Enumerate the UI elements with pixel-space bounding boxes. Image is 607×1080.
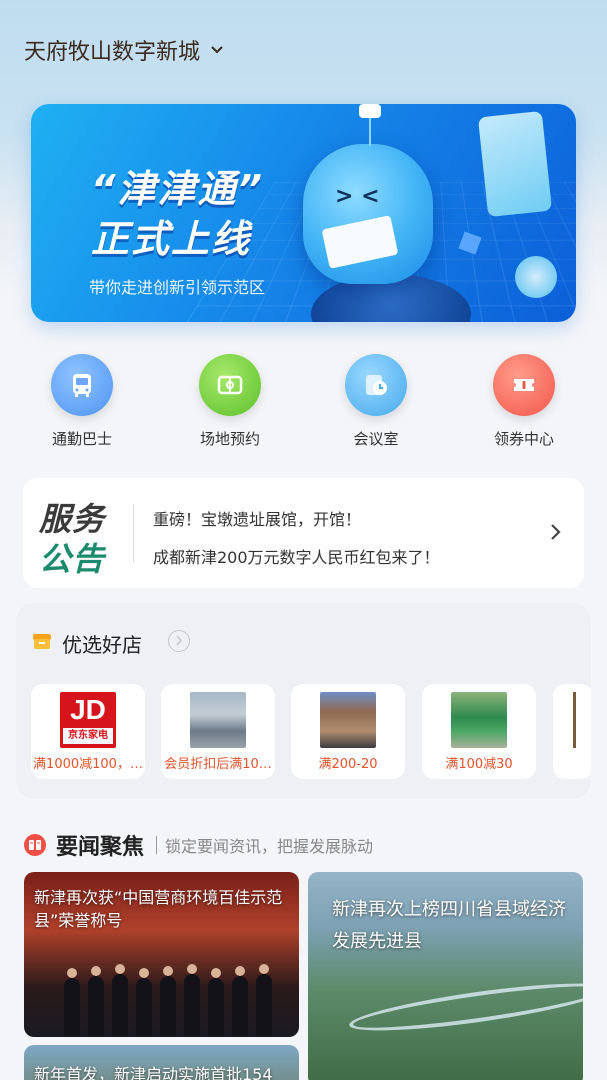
storefront-image <box>190 692 246 748</box>
award-photo-people <box>64 964 284 1036</box>
coupon-icon <box>493 354 555 416</box>
aerial-photo-river <box>347 974 583 1040</box>
news-card[interactable]: 新津再次获“中国营商环境百佳示范县”荣誉称号 <box>24 872 299 1037</box>
phone-illustration <box>477 110 553 218</box>
green-store-image <box>451 692 507 748</box>
notice-item[interactable]: 成都新津200万元数字人民币红包来了！ <box>153 544 440 568</box>
chevron-down-icon <box>211 46 223 54</box>
shop-icon <box>33 634 51 649</box>
banner-title-line2: 正式上线 <box>91 217 252 261</box>
location-selector[interactable]: 天府牧山数字新城 <box>24 34 224 66</box>
notice-divider <box>133 504 134 562</box>
section-title: 优选好店 <box>62 633 142 657</box>
news-book-icon <box>24 834 46 856</box>
location-pin-illustration <box>515 256 557 298</box>
shop-card[interactable]: 满100减30 <box>422 684 536 779</box>
quick-entry-coupon-center[interactable]: 领券中心 <box>454 354 594 449</box>
jd-logo-caption: 京东家电 <box>63 728 113 744</box>
news-card[interactable]: 新年首发，新津启动实施首批154个 <box>24 1045 299 1080</box>
shop-card[interactable]: 满200-20 <box>291 684 405 779</box>
chevron-right-icon[interactable] <box>548 522 564 542</box>
shop-card-partial[interactable] <box>553 684 591 779</box>
court-icon <box>199 354 261 416</box>
banner-subtitle: 带你走进创新引领示范区 <box>89 278 266 297</box>
service-notice-card[interactable]: 服务 公告 重磅！宝墩遗址展馆，开馆！ 成都新津200万元数字人民币红包来了！ <box>23 478 584 588</box>
jd-logo-mark: JD <box>70 694 106 725</box>
news-subtitle: 锁定要闻资讯，把握发展脉动 <box>165 837 374 856</box>
notice-logo-line2: 公告 <box>39 540 106 578</box>
quick-entry-label: 会议室 <box>353 430 399 448</box>
quick-entry-label: 领券中心 <box>493 430 554 448</box>
shop-offer: 满200-20 <box>318 757 378 772</box>
news-section-header: 要闻聚焦 锁定要闻资讯，把握发展脉动 <box>24 829 373 861</box>
bus-icon <box>51 354 113 416</box>
partial-image <box>573 692 576 748</box>
news-card[interactable]: 新津再次上榜四川省县域经济发展先进县 <box>308 872 583 1080</box>
shop-card[interactable]: JD 京东家电 满1000减100，… <box>31 684 145 779</box>
shop-card[interactable]: 会员折扣后满10… <box>161 684 275 779</box>
jd-logo-image: JD 京东家电 <box>60 692 116 748</box>
banner-title-line1: “津津通” <box>91 167 264 211</box>
news-title: 要闻聚焦 <box>56 835 145 860</box>
shop-offer: 会员折扣后满10… <box>164 757 272 772</box>
quick-entry-label: 通勤巴士 <box>51 430 112 448</box>
quick-entry-meeting-room[interactable]: 会议室 <box>306 354 446 449</box>
news-headline: 新津再次上榜四川省县域经济发展先进县 <box>332 899 566 952</box>
more-arrow-icon[interactable] <box>168 630 190 652</box>
featured-shops-section: 优选好店 JD 京东家电 满1000减100，… 会员折扣后满10… 满200-… <box>16 603 591 799</box>
location-title: 天府牧山数字新城 <box>24 40 201 65</box>
notice-item[interactable]: 重磅！宝墩遗址展馆，开馆！ <box>153 506 361 530</box>
shop-offer: 满1000减100，… <box>33 757 143 772</box>
shop-offer: 满100减30 <box>445 757 513 772</box>
clock-icon <box>345 354 407 416</box>
quick-entry-venue-booking[interactable]: 场地预约 <box>160 354 300 449</box>
news-header-divider <box>156 836 158 854</box>
mascot-illustration: > < <box>303 104 433 284</box>
news-headline: 新津再次获“中国营商环境百佳示范县”荣誉称号 <box>34 888 283 930</box>
quick-entry-commute-bus[interactable]: 通勤巴士 <box>12 354 152 449</box>
news-headline: 新年首发，新津启动实施首批154个 <box>34 1065 273 1080</box>
banner-carousel[interactable]: > < “津津通” 正式上线 带你走进创新引领示范区 <box>31 104 576 322</box>
quick-entry-label: 场地预约 <box>199 430 260 448</box>
hotel-image <box>320 692 376 748</box>
